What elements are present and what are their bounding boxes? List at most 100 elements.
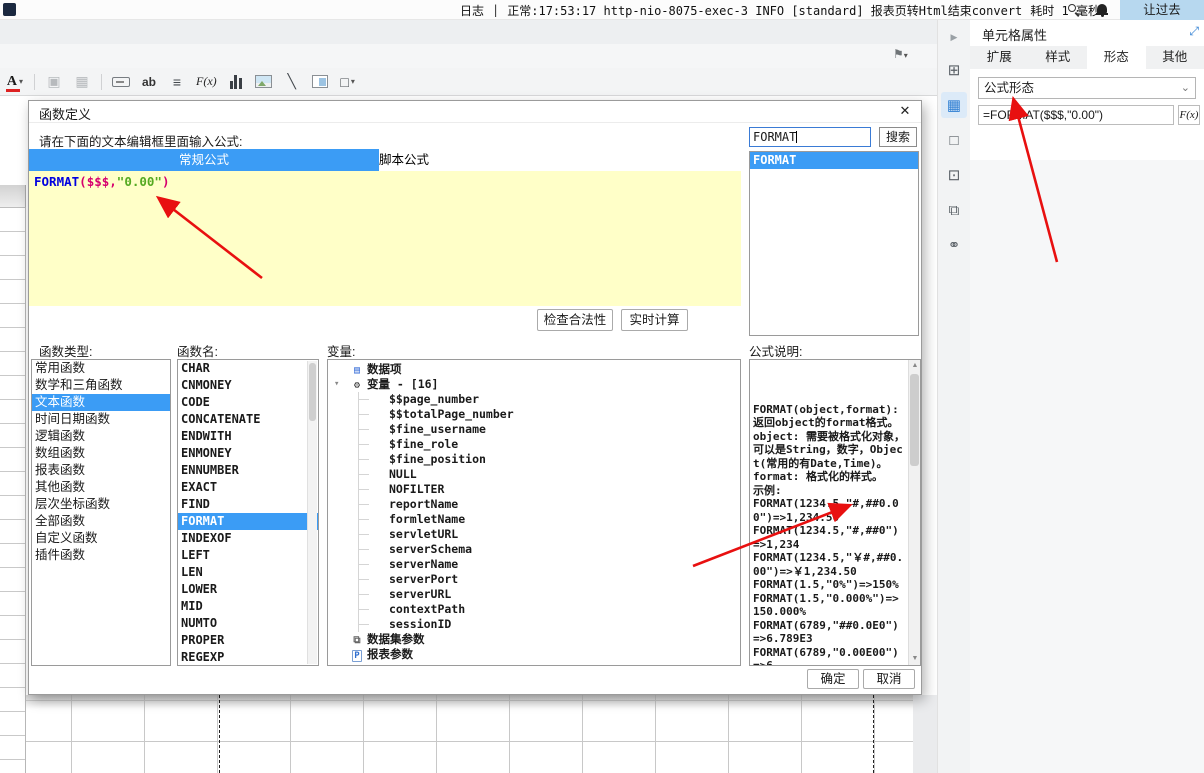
variable-tree-item[interactable]: contextPath	[328, 602, 740, 617]
variable-tree-item[interactable]: NULL	[328, 467, 740, 482]
variable-tree-item[interactable]: sessionID	[328, 617, 740, 632]
scrollbar[interactable]	[307, 361, 317, 664]
font-color-button[interactable]: A ▾	[5, 71, 24, 93]
variable-tree-item[interactable]: NOFILTER	[328, 482, 740, 497]
function-type-item[interactable]: 全部函数	[32, 513, 170, 530]
pointer-icon[interactable]: ╲	[283, 71, 301, 93]
cell-attributes-panel-button[interactable]: ▦	[941, 92, 967, 118]
search-result-item[interactable]: FORMAT	[750, 152, 918, 169]
function-name-item[interactable]: MID	[178, 598, 318, 615]
variable-tree-item[interactable]: serverName	[328, 557, 740, 572]
live-compute-button[interactable]: 实时计算	[621, 309, 688, 331]
function-name-item[interactable]: CODE	[178, 394, 318, 411]
function-type-item[interactable]: 其他函数	[32, 479, 170, 496]
text-label-button[interactable]: ab	[140, 71, 158, 93]
panel-tab[interactable]: 样式	[1029, 46, 1088, 69]
align-icon[interactable]: ≡	[168, 71, 186, 93]
panel-tab[interactable]: 扩展	[970, 46, 1029, 69]
variable-tree-item[interactable]: ▤ 数据项	[328, 362, 740, 377]
formula-editor[interactable]: FORMAT($$$,"0.00")	[29, 171, 741, 306]
cell-element-panel-button[interactable]: □	[941, 127, 967, 153]
shape-type-dropdown[interactable]: 公式形态 ⌄	[978, 77, 1196, 99]
function-name-item[interactable]: ENMONEY	[178, 445, 318, 462]
variable-tree-item[interactable]: $$totalPage_number	[328, 407, 740, 422]
function-name-item[interactable]: CHAR	[178, 360, 318, 377]
fx-edit-button[interactable]: F(x)	[1178, 105, 1200, 125]
function-name-item[interactable]: CNMONEY	[178, 377, 318, 394]
function-type-item[interactable]: 数学和三角函数	[32, 377, 170, 394]
function-type-item[interactable]: 常用函数	[32, 360, 170, 377]
bell-icon[interactable]	[1096, 3, 1108, 17]
template-panel-button[interactable]: ⊞	[941, 57, 967, 83]
scrollbar-thumb[interactable]	[910, 374, 919, 466]
grid-icon[interactable]: ▦	[73, 71, 91, 93]
function-name-item[interactable]: ENNUMBER	[178, 462, 318, 479]
function-name-item[interactable]: REGEXP	[178, 649, 318, 665]
variable-tree-item[interactable]: $fine_position	[328, 452, 740, 467]
variable-tree-item[interactable]: ⧉ 数据集参数	[328, 632, 740, 647]
sheet-row-headers[interactable]	[0, 208, 26, 773]
function-name-item[interactable]: PROPER	[178, 632, 318, 649]
border-button[interactable]: □ ▾	[339, 71, 357, 93]
widget-settings-panel-button[interactable]: ⊡	[941, 162, 967, 188]
search-icon[interactable]	[1068, 4, 1080, 17]
function-name-item[interactable]: NUMTO	[178, 615, 318, 632]
function-name-item[interactable]: EXACT	[178, 479, 318, 496]
variable-tree-item[interactable]: ⚙变量 - [16]	[328, 377, 740, 392]
formula-tab[interactable]: 常规公式	[29, 149, 379, 171]
function-type-item[interactable]: 层次坐标函数	[32, 496, 170, 513]
cancel-button[interactable]: 取消	[863, 669, 915, 689]
text-field-icon[interactable]	[112, 71, 130, 93]
function-type-item[interactable]: 文本函数	[32, 394, 170, 411]
export-flag-button[interactable]: ⚑▾	[893, 47, 908, 61]
scrollbar[interactable]: ▲ ▼	[908, 360, 920, 665]
ok-button[interactable]: 确定	[807, 669, 859, 689]
variable-tree-item[interactable]: serverPort	[328, 572, 740, 587]
function-name-item[interactable]: FORMAT	[178, 513, 318, 530]
variable-tree-item[interactable]: servletURL	[328, 527, 740, 542]
float-element-panel-button[interactable]: ⧉	[941, 197, 967, 223]
function-type-item[interactable]: 插件函数	[32, 547, 170, 564]
function-search-input[interactable]: FORMAT	[749, 127, 871, 147]
variable-tree-item[interactable]: serverURL	[328, 587, 740, 602]
pin-icon[interactable]: ⤢	[1189, 24, 1199, 39]
variable-tree-item[interactable]: $$page_number	[328, 392, 740, 407]
image-icon[interactable]	[255, 71, 273, 93]
variable-tree-item[interactable]: serverSchema	[328, 542, 740, 557]
check-validity-button[interactable]: 检查合法性	[537, 309, 613, 331]
function-type-item[interactable]: 逻辑函数	[32, 428, 170, 445]
search-button[interactable]: 搜索	[879, 127, 917, 147]
function-type-item[interactable]: 数组函数	[32, 445, 170, 462]
close-icon[interactable]: ✕	[897, 103, 913, 119]
variable-tree-item[interactable]: $fine_username	[328, 422, 740, 437]
panel-tab[interactable]: 其他	[1146, 46, 1204, 69]
function-name-item[interactable]: FIND	[178, 496, 318, 513]
variable-tree-item[interactable]: formletName	[328, 512, 740, 527]
variable-tree-item[interactable]: $fine_role	[328, 437, 740, 452]
function-name-item[interactable]: CONCATENATE	[178, 411, 318, 428]
scroll-down-icon[interactable]: ▼	[909, 653, 920, 665]
collapse-panel-icon[interactable]: ▶	[951, 26, 958, 48]
function-name-item[interactable]: LOWER	[178, 581, 318, 598]
hyperlink-panel-button[interactable]: ⚭	[941, 232, 967, 258]
scrollbar-thumb[interactable]	[309, 363, 316, 421]
function-type-item[interactable]: 报表函数	[32, 462, 170, 479]
function-type-item[interactable]: 自定义函数	[32, 530, 170, 547]
formula-button[interactable]: F(x)	[196, 71, 217, 93]
formula-tab[interactable]: 脚本公式	[379, 149, 430, 171]
shape-formula-input[interactable]: =FORMAT($$$,"0.00")	[978, 105, 1174, 125]
function-name-item[interactable]: INDEXOF	[178, 530, 318, 547]
panel-tab[interactable]: 形态	[1087, 46, 1146, 69]
scroll-up-icon[interactable]: ▲	[909, 360, 920, 372]
variable-tree-item[interactable]: reportName	[328, 497, 740, 512]
function-name-item[interactable]: ENDWITH	[178, 428, 318, 445]
variable-tree-item[interactable]: P 报表参数	[328, 647, 740, 662]
sheet-corner-cell[interactable]	[0, 185, 26, 208]
function-type-item[interactable]: 时间日期函数	[32, 411, 170, 428]
chart-icon[interactable]	[227, 71, 245, 93]
function-name-item[interactable]: LEN	[178, 564, 318, 581]
function-name-item[interactable]: LEFT	[178, 547, 318, 564]
merge-cells-icon[interactable]: ▣	[45, 71, 63, 93]
frame-image-icon[interactable]	[311, 71, 329, 93]
spreadsheet-grid[interactable]	[26, 695, 913, 773]
